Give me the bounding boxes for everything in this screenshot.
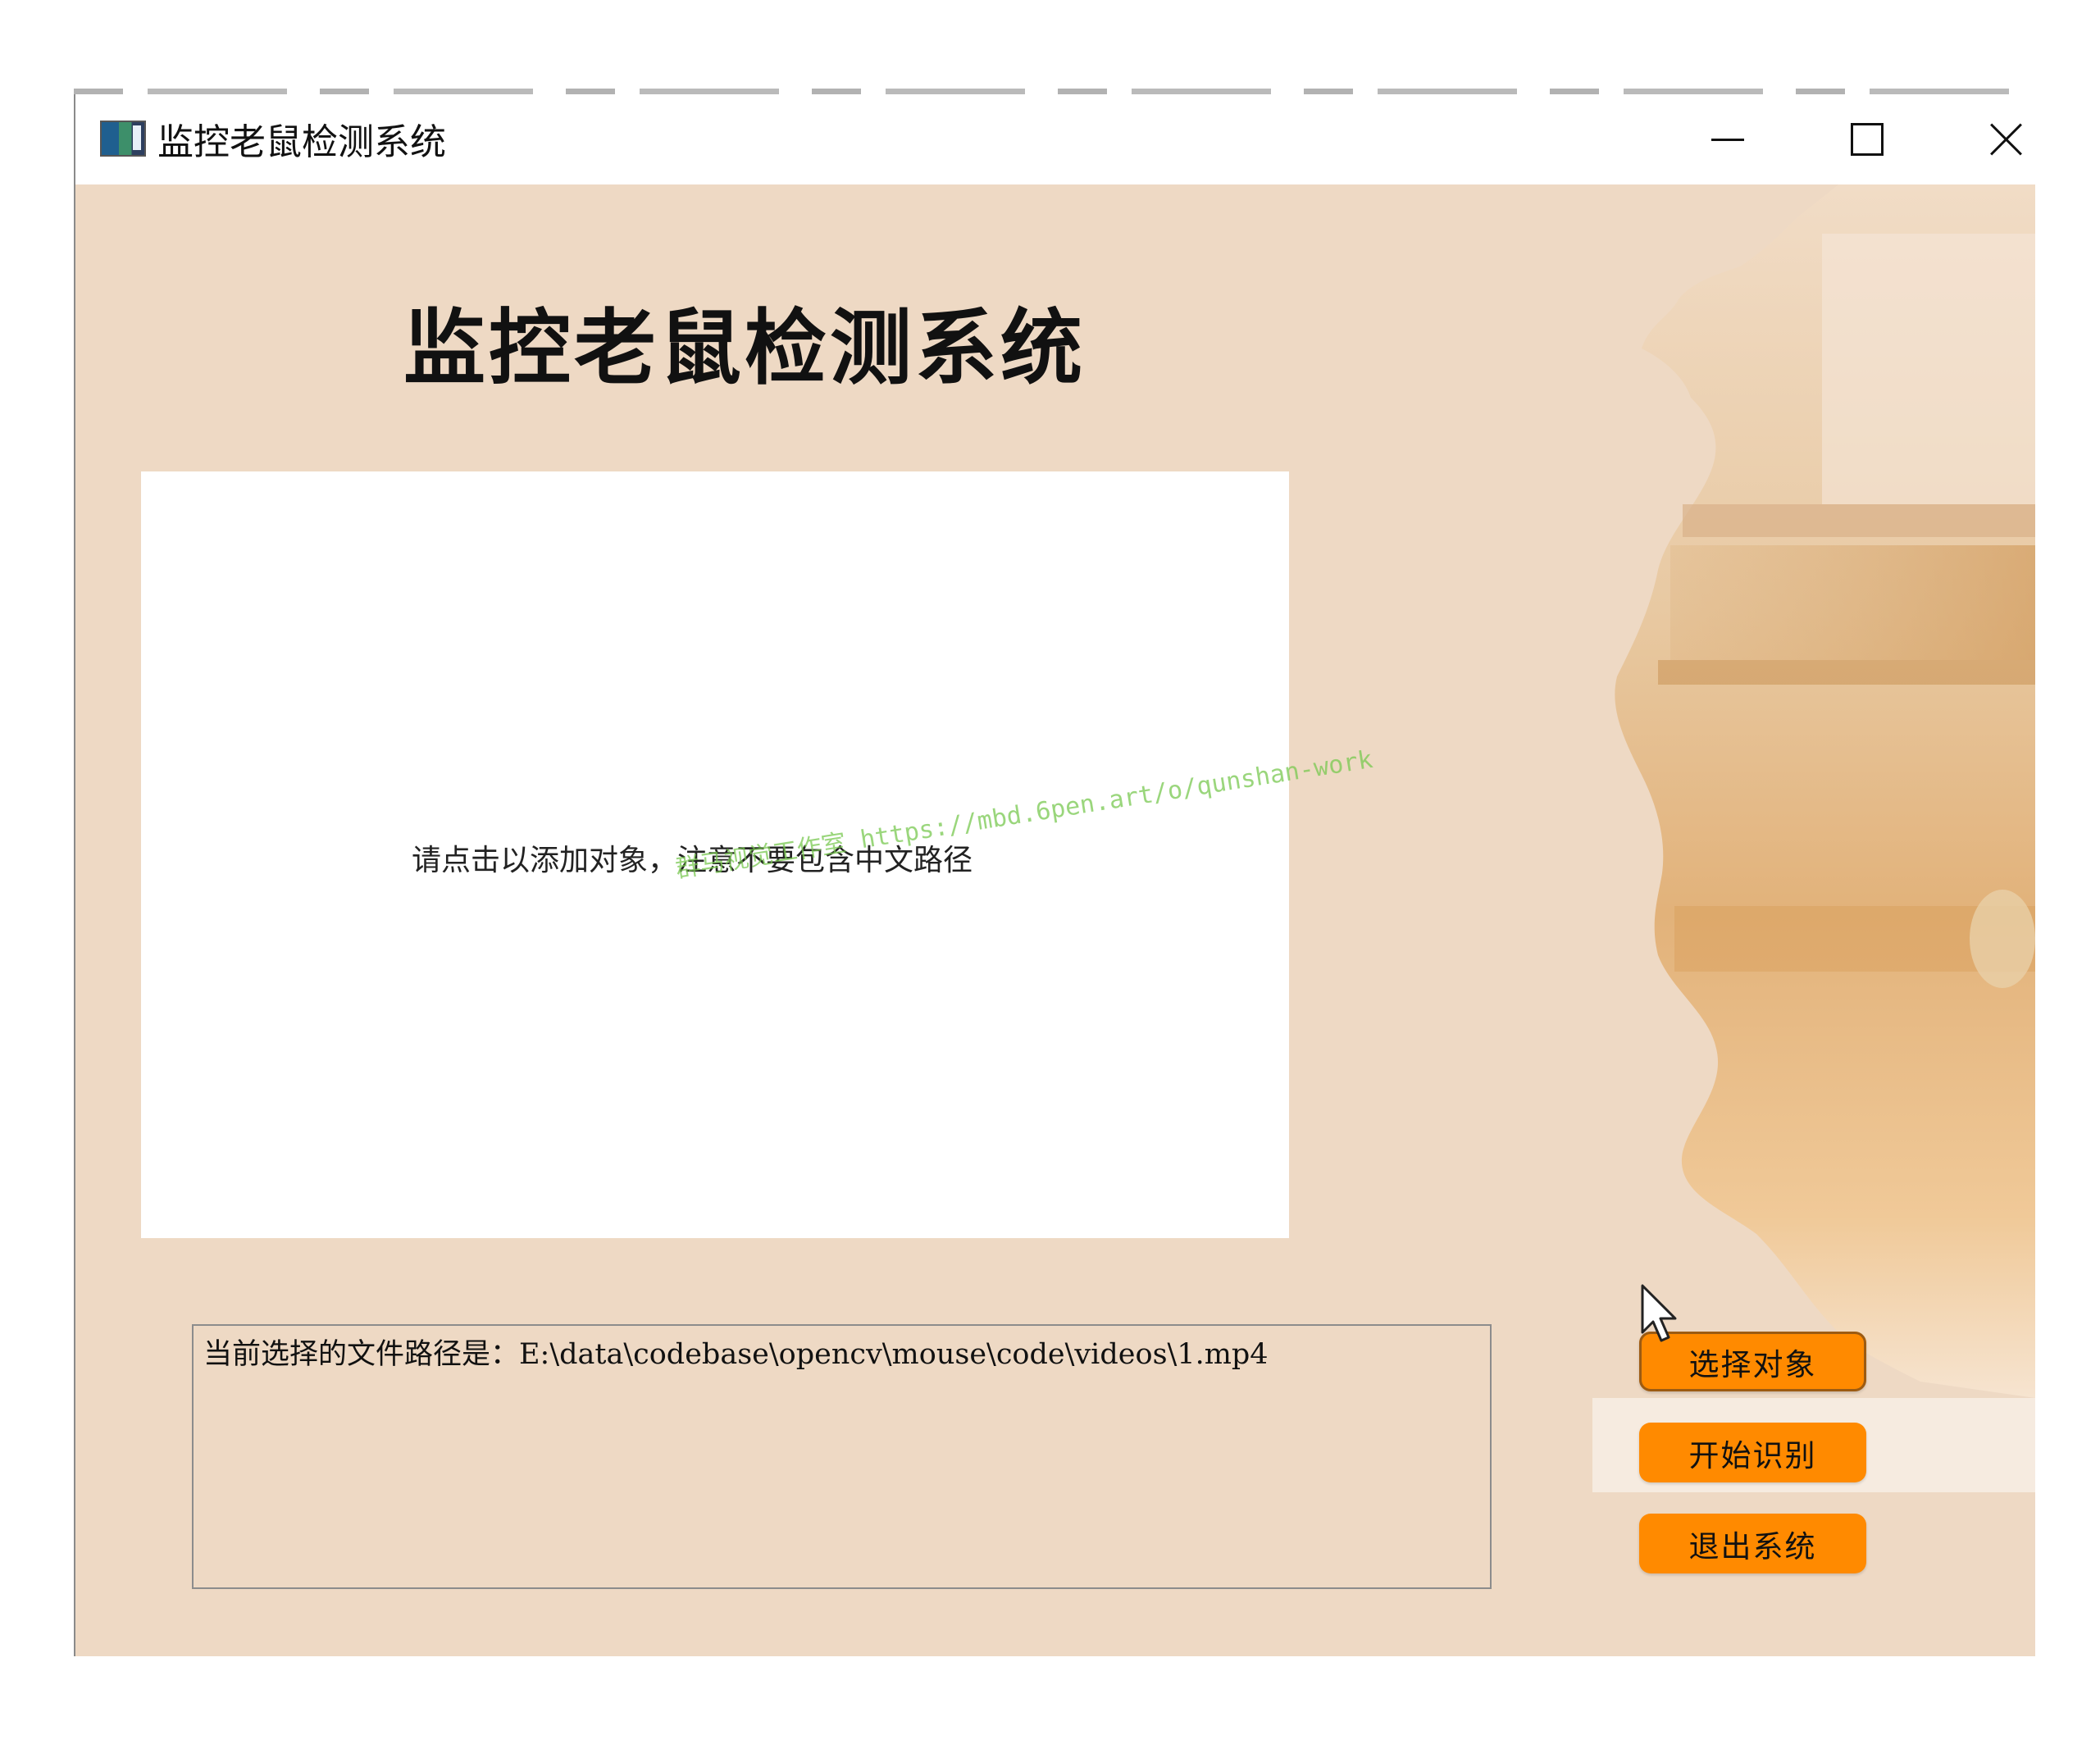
minimize-icon: [1711, 138, 1744, 141]
file-path-textbox[interactable]: 当前选择的文件路径是：E:\data\codebase\opencv\mouse…: [192, 1324, 1492, 1589]
close-button[interactable]: [1961, 111, 2052, 168]
maximize-icon: [1851, 123, 1884, 156]
close-icon: [1988, 121, 2025, 157]
maximize-button[interactable]: [1822, 111, 1912, 168]
client-area: 监控老鼠检测系统 请点击以添加对象，注意不要包含中文路径 群马视觉工作室 htt…: [75, 184, 2035, 1656]
exit-system-button[interactable]: 退出系统: [1639, 1514, 1866, 1573]
minimize-button[interactable]: [1683, 111, 1773, 168]
title-bar[interactable]: 监控老鼠检测系统: [75, 94, 2035, 184]
mouse-cursor-icon: [1641, 1284, 1677, 1342]
app-icon: [100, 121, 146, 157]
file-path-text: 当前选择的文件路径是：E:\data\codebase\opencv\mouse…: [203, 1338, 1269, 1371]
start-recognition-button[interactable]: 开始识别: [1639, 1423, 1866, 1482]
page-title: 监控老鼠检测系统: [403, 300, 1086, 396]
window-title: 监控老鼠检测系统: [157, 121, 446, 163]
app-window: 监控老鼠检测系统 监控老鼠检测系统 请点击以添加对象，注意不要包含中文路径 群马…: [74, 94, 2035, 1656]
